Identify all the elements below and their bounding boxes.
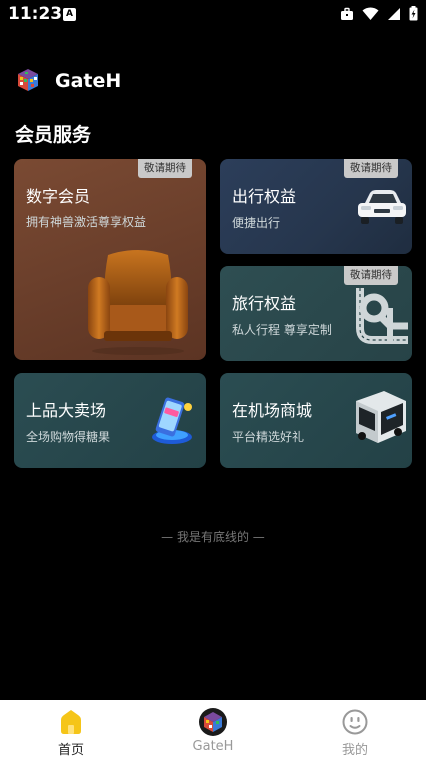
- status-bar: 11:23 A: [0, 0, 426, 30]
- card-digital-membership[interactable]: 敬请期待 数字会员 拥有神兽激活尊享权益: [14, 159, 206, 360]
- signal-icon: [388, 7, 400, 20]
- end-of-list-note: — 我是有底线的 —: [161, 530, 265, 544]
- card-travel-rights[interactable]: 敬请期待 出行权益 便捷出行: [220, 159, 412, 254]
- card-title: 出行权益: [232, 187, 297, 206]
- app-title: GateH: [55, 70, 122, 92]
- coming-soon-badge: 敬请期待: [138, 159, 192, 178]
- card-trip-rights[interactable]: 敬请期待 旅行权益 私人行程 尊享定制: [220, 266, 412, 361]
- shuttle-bus-icon: [356, 391, 406, 443]
- nav-item-mine[interactable]: 我的: [284, 700, 426, 759]
- battery-icon: [409, 6, 418, 21]
- phone-shopping-icon: [152, 397, 192, 444]
- nav-label: 首页: [57, 743, 84, 758]
- card-title: 旅行权益: [232, 294, 297, 313]
- card-title: 在机场商城: [232, 401, 313, 420]
- card-subtitle: 全场购物得糖果: [26, 430, 111, 444]
- home-icon: [61, 710, 81, 734]
- armchair-icon: [88, 250, 188, 355]
- card-title: 上品大卖场: [26, 401, 107, 420]
- nav-item-gateh[interactable]: GateH: [142, 700, 284, 759]
- card-subtitle: 私人行程 尊享定制: [232, 323, 332, 337]
- card-subtitle: 便捷出行: [232, 216, 281, 230]
- road-loop-icon: [356, 288, 408, 344]
- nav-item-home[interactable]: 首页: [0, 700, 142, 759]
- gateh-logo-icon: [199, 708, 227, 736]
- smiley-face-icon: [342, 709, 368, 735]
- card-subtitle: 平台精选好礼: [232, 430, 305, 444]
- card-subtitle: 拥有神兽激活尊享权益: [26, 215, 147, 229]
- card-title: 数字会员: [26, 187, 91, 206]
- briefcase-icon: [341, 7, 353, 20]
- car-icon: [358, 190, 406, 224]
- notification-a-icon: A: [63, 8, 76, 21]
- card-market[interactable]: 上品大卖场 全场购物得糖果: [14, 373, 206, 468]
- app-bar: GateH: [0, 60, 426, 104]
- bottom-nav: 首页 GateH 我的: [0, 700, 426, 759]
- status-time: 11:23: [8, 4, 63, 24]
- wifi-icon: [362, 6, 379, 20]
- nav-label: GateH: [192, 739, 234, 754]
- coming-soon-badge: 敬请期待: [344, 266, 398, 285]
- card-airport-mall[interactable]: 在机场商城 平台精选好礼: [220, 373, 412, 468]
- gateh-logo-icon: [18, 69, 38, 91]
- nav-label: 我的: [341, 743, 368, 758]
- status-icons: [340, 6, 418, 21]
- section-title: 会员服务: [15, 124, 92, 146]
- coming-soon-badge: 敬请期待: [344, 159, 398, 178]
